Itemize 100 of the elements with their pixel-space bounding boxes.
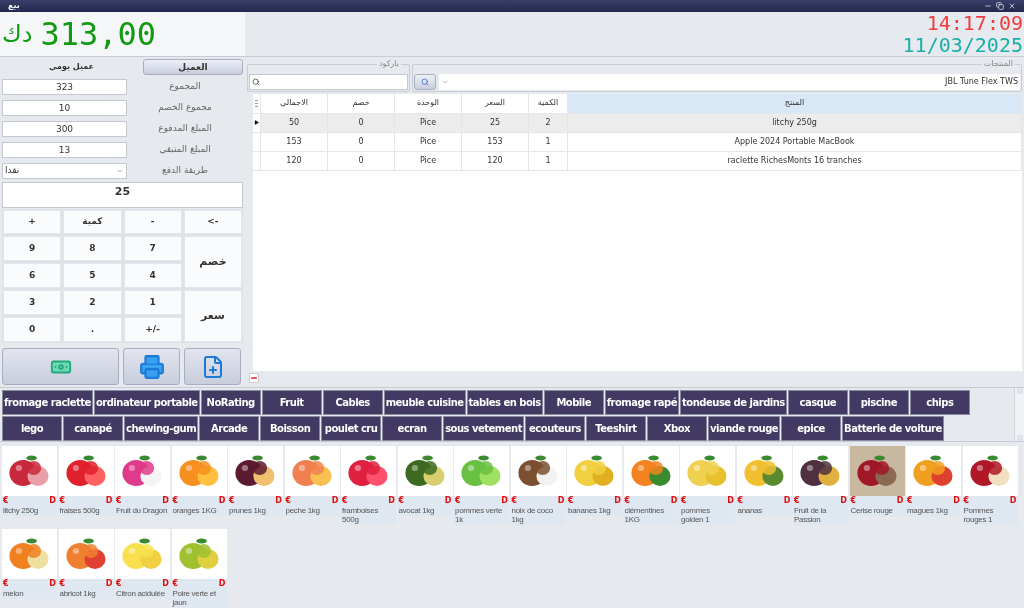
product-tile[interactable]: € D framboises 500g [341, 446, 396, 525]
product-tile[interactable]: € D Citron acidulée [115, 529, 170, 599]
amount-field[interactable]: 300 [2, 120, 127, 137]
product-tile[interactable]: € D bananes 1kg [567, 446, 622, 516]
category-button[interactable]: Cables [322, 390, 383, 415]
currency-label: € [3, 580, 9, 588]
keypad-key[interactable]: 1 [123, 290, 182, 316]
category-button[interactable]: ecran [382, 416, 443, 441]
product-tile[interactable]: € D clémentines 1KG [623, 446, 679, 525]
category-button[interactable]: NoRating [200, 390, 261, 415]
category-button[interactable]: canapé [63, 416, 123, 441]
product-combobox[interactable]: JBL Tune Flex TWS [439, 73, 1020, 90]
amount-field[interactable]: 323 [2, 78, 127, 95]
category-button[interactable]: tondeuse de jardins [680, 390, 787, 415]
currency-label: € [116, 497, 122, 505]
table-cell: 153 [261, 132, 328, 151]
table-cell: 1 [529, 132, 568, 151]
keypad-key[interactable]: كمية [63, 209, 122, 235]
product-name: pommes golden 1 [680, 506, 711, 525]
keypad-key[interactable]: . [63, 317, 122, 343]
category-button[interactable]: Batterie de voiture [842, 416, 944, 441]
category-button[interactable]: casque [787, 390, 848, 415]
product-tile[interactable]: € D abricot 1kg [58, 529, 114, 599]
product-name: pommes verte 1k [454, 506, 504, 525]
category-button[interactable]: ordinateur portable [93, 390, 200, 415]
product-tile[interactable]: € D Fruit du Dragon [115, 446, 170, 516]
product-tile[interactable]: € D oranges 1KG [171, 446, 227, 516]
product-tile[interactable]: € D Poire verte et jaun [171, 529, 227, 608]
product-tile[interactable]: € D avocat 1kg [397, 446, 453, 516]
category-button[interactable]: piscine [848, 390, 909, 415]
payment-dropdown[interactable]: نقدا [2, 162, 127, 179]
field-label: المجموع [168, 80, 202, 94]
category-button[interactable]: Xbox [646, 416, 707, 441]
product-tile[interactable]: € D noix de coco 1kg [510, 446, 566, 525]
category-button[interactable]: Arcade [199, 416, 260, 441]
table-cell: 120 [462, 151, 529, 170]
product-tile[interactable]: € D pommes golden 1 [680, 446, 735, 525]
keypad-key[interactable]: 7 [123, 236, 182, 262]
category-button[interactable]: epice [781, 416, 842, 441]
keypad-key[interactable]: خصم [183, 236, 242, 289]
field-label: المبلغ المدفوع [157, 122, 213, 136]
category-button[interactable]: lego [2, 416, 62, 441]
code-label: D [840, 497, 847, 505]
customer-button[interactable]: العميل [143, 59, 243, 76]
keypad-key[interactable]: <- [183, 209, 242, 235]
category-button[interactable]: poulet cru [321, 416, 382, 441]
keypad-key[interactable]: 8 [63, 236, 122, 262]
product-name: fraises 500g [58, 506, 101, 516]
keypad-key[interactable]: +/- [123, 317, 182, 343]
category-button[interactable]: Boisson [260, 416, 321, 441]
product-tile[interactable]: € D magues 1kg [906, 446, 961, 516]
category-button[interactable]: tables en bois [466, 390, 543, 415]
product-tile[interactable]: € D pommes verte 1k [454, 446, 509, 525]
product-tile[interactable]: € D prunes 1kg [228, 446, 283, 516]
product-tile[interactable]: € D litchy 250g [2, 446, 57, 516]
customer-name: عميل يومي [47, 61, 96, 74]
keypad-key[interactable]: + [3, 209, 62, 235]
category-button[interactable]: ecouteurs [524, 416, 585, 441]
keypad-key[interactable]: 9 [3, 236, 62, 262]
category-button[interactable]: Fruit [261, 390, 322, 415]
column-header[interactable]: المنتج [568, 93, 1022, 113]
amount-field[interactable]: 13 [2, 141, 127, 158]
product-name: prunes 1kg [228, 506, 267, 516]
category-button[interactable]: Mobile [543, 390, 604, 415]
product-name: ananas [736, 506, 763, 516]
product-tile[interactable]: € D Cerise rouge [849, 446, 905, 516]
currency-label: € [229, 497, 235, 505]
category-button[interactable]: meuble cuisine [383, 390, 466, 415]
product-tile[interactable]: € D fraises 500g [58, 446, 114, 516]
code-label: D [953, 497, 960, 505]
keypad-key[interactable]: 0 [3, 317, 62, 343]
category-button[interactable]: fromage raclette [2, 390, 93, 415]
keypad-key[interactable]: سعر [183, 290, 242, 343]
display-field: 25 [2, 181, 243, 208]
code-label: D [557, 497, 565, 505]
keypad-key[interactable]: 6 [3, 263, 62, 289]
product-tile[interactable]: € D Pommes rouges 1 [962, 446, 1018, 525]
keypad-key[interactable]: 3 [3, 290, 62, 316]
product-tile[interactable]: € D Fruit de la Passion [793, 446, 848, 525]
category-button[interactable]: chips [909, 390, 970, 415]
product-tile[interactable]: € D ananas [736, 446, 792, 516]
category-button[interactable]: chewing-gum [124, 416, 199, 441]
category-button[interactable]: viande rouge [707, 416, 781, 441]
category-button[interactable]: Teeshirt [585, 416, 646, 441]
keypad-key[interactable]: 5 [63, 263, 122, 289]
product-name: noix de coco 1kg [510, 506, 554, 525]
table-cell: 25 [462, 113, 529, 132]
code-label: D [727, 497, 734, 505]
keypad-key[interactable]: 4 [123, 263, 182, 289]
product-tile[interactable]: € D peche 1kg [284, 446, 340, 516]
keypad-key[interactable]: - [123, 209, 182, 235]
currency-label: € [116, 580, 122, 588]
currency-label: € [794, 497, 800, 505]
amount-field[interactable]: 10 [2, 99, 127, 116]
category-button[interactable]: sous vetement [443, 416, 524, 441]
keypad-key[interactable]: 2 [63, 290, 122, 316]
product-name: clémentines 1KG [623, 506, 665, 525]
product-tile[interactable]: € D melon [2, 529, 57, 599]
category-button[interactable]: fromage rapé [604, 390, 680, 415]
field-label: المبلغ المتبقي [158, 142, 212, 156]
